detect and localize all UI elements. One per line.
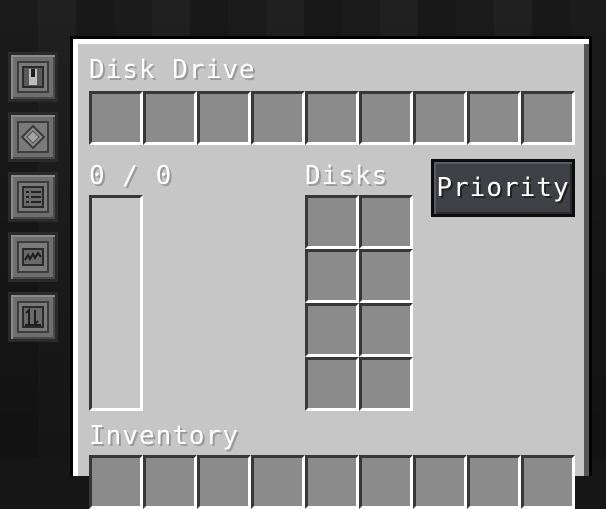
capacity-text: 0 / 0	[89, 161, 173, 191]
priority-button[interactable]: Priority	[431, 159, 575, 217]
inventory-slot[interactable]	[143, 455, 197, 509]
inventory-slot[interactable]	[251, 455, 305, 509]
whitelist-icon	[22, 186, 44, 208]
storage-type-icon	[22, 248, 44, 266]
filter-slot[interactable]	[89, 91, 143, 145]
filter-slot[interactable]	[305, 91, 359, 145]
inventory-slot[interactable]	[413, 455, 467, 509]
inventory-slot[interactable]	[89, 455, 143, 509]
energy-gauge	[89, 195, 143, 411]
disk-slot[interactable]	[359, 357, 413, 411]
filter-slot[interactable]	[197, 91, 251, 145]
filter-slot[interactable]	[251, 91, 305, 145]
side-tabs	[8, 52, 60, 352]
panel-title: Disk Drive	[89, 55, 256, 85]
disk-slot[interactable]	[359, 249, 413, 303]
disk-slot[interactable]	[305, 195, 359, 249]
disk-slot[interactable]	[359, 303, 413, 357]
redstone-control-icon	[22, 66, 44, 88]
disk-slot[interactable]	[305, 249, 359, 303]
inventory-slot[interactable]	[197, 455, 251, 509]
inventory-slot[interactable]	[305, 455, 359, 509]
disk-slot[interactable]	[359, 195, 413, 249]
side-tab-redstone-control[interactable]	[8, 52, 58, 102]
disk-slot[interactable]	[305, 303, 359, 357]
disk-slot[interactable]	[305, 357, 359, 411]
filter-slot[interactable]	[143, 91, 197, 145]
filter-slot[interactable]	[359, 91, 413, 145]
filter-slot[interactable]	[413, 91, 467, 145]
side-tab-access-type[interactable]	[8, 292, 58, 342]
filter-slot[interactable]	[521, 91, 575, 145]
disks-label: Disks	[305, 161, 389, 191]
side-tab-filter[interactable]	[8, 112, 58, 162]
side-tab-storage-type[interactable]	[8, 232, 58, 282]
inventory-label: Inventory	[89, 421, 239, 451]
disk-drive-panel: Disk Drive 0 / 0 Disks Priority Inventor…	[70, 36, 592, 509]
filter-slot[interactable]	[467, 91, 521, 145]
inventory-slot[interactable]	[359, 455, 413, 509]
access-type-icon	[22, 306, 44, 328]
inventory-slot[interactable]	[467, 455, 521, 509]
filter-icon	[20, 124, 46, 150]
inventory-slot[interactable]	[521, 455, 575, 509]
side-tab-whitelist[interactable]	[8, 172, 58, 222]
